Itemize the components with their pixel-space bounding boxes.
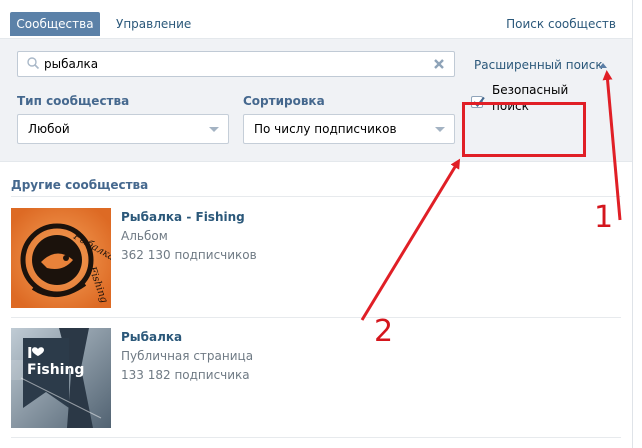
divider (11, 437, 621, 438)
subscriber-count: 362 130 подписчиков (121, 248, 257, 262)
search-input[interactable] (44, 55, 424, 73)
chevron-down-icon (435, 127, 445, 132)
page: Сообщества Управление Поиск сообществ Ра… (0, 0, 632, 448)
advanced-search-link[interactable]: Расширенный поиск (474, 58, 603, 72)
community-type-value: Любой (28, 122, 70, 136)
list-item: Рыбалка Fishing Рыбалка - Fishing Альбом… (11, 198, 621, 318)
safe-search-checkbox[interactable] (471, 96, 485, 108)
tab-communities[interactable]: Сообщества (10, 12, 100, 36)
svg-text:I: I (27, 344, 33, 362)
community-title[interactable]: Рыбалка - Fishing (121, 210, 245, 224)
chevron-down-icon (209, 127, 219, 132)
sort-value: По числу подписчиков (254, 122, 397, 136)
community-title[interactable]: Рыбалка (121, 330, 182, 344)
clear-icon[interactable] (432, 57, 446, 71)
safe-search-label: Безопасный поиск (492, 83, 569, 113)
community-type-label: Тип сообщества (17, 94, 130, 108)
list-item: I Fishing Рыбалка Публичная страница 133… (11, 318, 621, 438)
page-border (632, 0, 633, 448)
sort-label: Сортировка (243, 94, 325, 108)
search-box[interactable] (17, 51, 455, 77)
divider (11, 196, 621, 197)
community-type: Альбом (121, 229, 168, 243)
sort-select[interactable]: По числу подписчиков (243, 114, 455, 144)
tab-bar: Сообщества Управление Поиск сообществ (0, 0, 632, 39)
tab-manage[interactable]: Управление (116, 12, 191, 36)
community-avatar[interactable]: I Fishing (11, 328, 111, 428)
community-type: Публичная страница (121, 349, 254, 363)
svg-text:Fishing: Fishing (27, 362, 84, 378)
community-type-select[interactable]: Любой (17, 114, 229, 144)
section-title: Другие сообщества (11, 178, 149, 192)
collapse-arrow-icon[interactable] (599, 63, 607, 68)
search-icon (27, 57, 40, 70)
safe-search-option[interactable]: Безопасный поиск (468, 80, 588, 116)
subscriber-count: 133 182 подписчика (121, 368, 250, 382)
community-avatar[interactable]: Рыбалка Fishing (11, 208, 111, 308)
checkmark-icon (473, 96, 485, 107)
community-search-link[interactable]: Поиск сообществ (506, 12, 616, 36)
